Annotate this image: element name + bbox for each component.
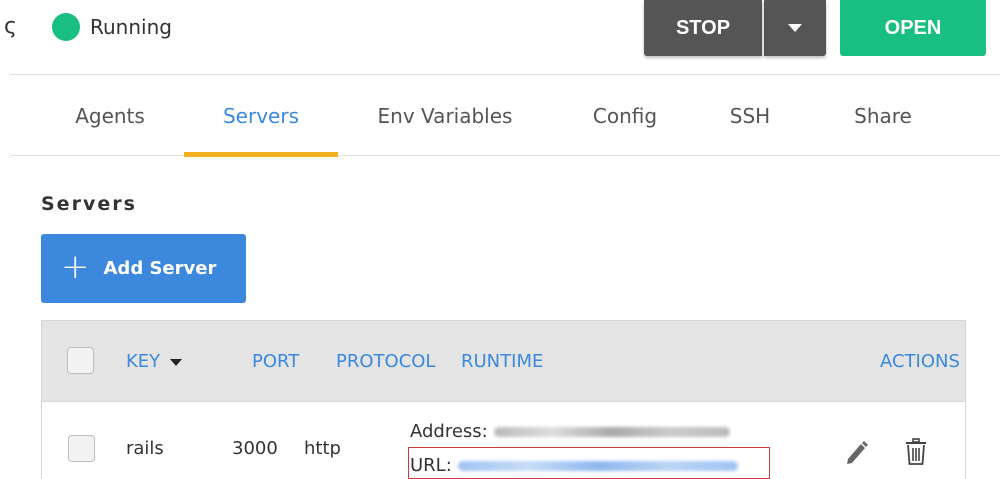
status-indicator: Running [52, 13, 172, 41]
row-select-checkbox[interactable] [68, 435, 95, 462]
add-server-button[interactable]: + Add Server [41, 234, 246, 303]
server-protocol: http [304, 438, 341, 459]
sort-desc-icon [170, 358, 183, 366]
status-dot-icon [52, 13, 80, 41]
open-button[interactable]: OPEN [840, 0, 986, 56]
app-title-fragment: ς [4, 14, 17, 39]
server-key: rails [126, 438, 164, 459]
column-header-protocol[interactable]: PROTOCOL [336, 351, 435, 372]
server-address: Address: [410, 421, 730, 442]
tab-agents[interactable]: Agents [50, 76, 170, 156]
server-port: 3000 [232, 438, 278, 459]
header-divider [10, 74, 1000, 75]
url-highlight-box [408, 447, 770, 479]
section-title: Servers [41, 193, 137, 215]
plus-icon: + [61, 246, 90, 287]
column-header-runtime[interactable]: RUNTIME [461, 351, 543, 372]
tab-bar: Agents Servers Env Variables Config SSH … [10, 76, 1000, 157]
tab-servers[interactable]: Servers [184, 76, 338, 157]
stop-button[interactable]: STOP [644, 0, 762, 56]
tab-env-variables[interactable]: Env Variables [360, 76, 530, 156]
column-header-key-label: KEY [126, 351, 161, 372]
caret-down-icon [788, 24, 802, 32]
tab-ssh[interactable]: SSH [710, 76, 790, 156]
tab-config[interactable]: Config [570, 76, 680, 156]
column-header-port[interactable]: PORT [252, 351, 299, 372]
pencil-icon[interactable] [844, 439, 868, 465]
table-row: rails 3000 http Address: URL: [41, 402, 966, 479]
column-header-key[interactable]: KEY [126, 351, 183, 372]
add-server-label: Add Server [103, 258, 217, 279]
status-text: Running [90, 15, 172, 39]
select-all-checkbox[interactable] [67, 347, 94, 374]
stop-options-dropdown-button[interactable] [764, 0, 826, 56]
servers-table-header: KEY PORT PROTOCOL RUNTIME ACTIONS [41, 320, 966, 402]
redacted-address [493, 427, 730, 437]
address-label: Address: [410, 421, 488, 442]
tab-share[interactable]: Share [830, 76, 936, 156]
trash-icon[interactable] [905, 438, 927, 466]
column-header-actions: ACTIONS [880, 351, 960, 372]
